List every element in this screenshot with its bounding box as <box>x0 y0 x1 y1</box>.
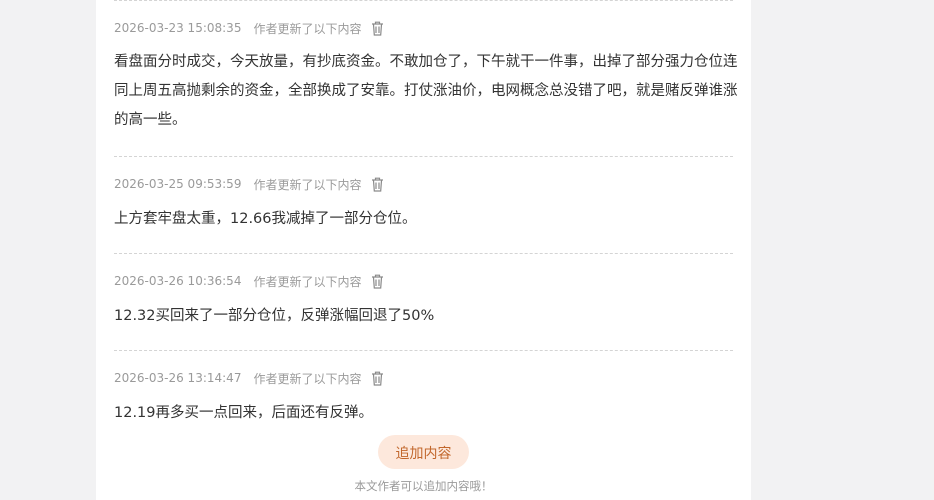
update-text: 12.19再多买一点回来，后面还有反弹。 <box>114 399 733 428</box>
update-item: 2026-03-25 09:53:59 作者更新了以下内容 上方套牢盘太重，12… <box>114 157 733 253</box>
add-content-area: 追加内容 <box>96 435 751 469</box>
update-text-line: 12.32买回来了一部分仓位，反弹涨幅回退了50% <box>114 308 435 324</box>
article-panel: 2026-03-23 15:08:35 作者更新了以下内容 看盘面分时成交，今天… <box>96 0 751 500</box>
update-text: 上方套牢盘太重，12.66我减掉了一部分仓位。 <box>114 205 733 234</box>
delete-icon[interactable] <box>371 371 384 386</box>
delete-icon[interactable] <box>371 177 384 192</box>
update-text-line: 的高一些。 <box>114 112 187 128</box>
update-note: 作者更新了以下内容 <box>253 371 362 386</box>
update-item: 2026-03-26 10:36:54 作者更新了以下内容 12.32买回来了一… <box>114 254 733 350</box>
update-timestamp: 2026-03-23 15:08:35 <box>114 21 242 35</box>
update-text-line: 12.19再多买一点回来，后面还有反弹。 <box>114 405 374 421</box>
update-text-line: 看盘面分时成交，今天放量，有抄底资金。不敢加仓了，下午就干一件事，出掉了部分强力… <box>114 54 738 70</box>
update-note: 作者更新了以下内容 <box>253 21 362 36</box>
update-timestamp: 2026-03-26 13:14:47 <box>114 371 242 385</box>
update-meta: 2026-03-26 13:14:47 作者更新了以下内容 <box>114 366 733 390</box>
delete-icon[interactable] <box>371 21 384 36</box>
update-text: 看盘面分时成交，今天放量，有抄底资金。不敢加仓了，下午就干一件事，出掉了部分强力… <box>114 48 738 135</box>
update-timestamp: 2026-03-25 09:53:59 <box>114 177 242 191</box>
update-note: 作者更新了以下内容 <box>253 274 362 289</box>
update-meta: 2026-03-25 09:53:59 作者更新了以下内容 <box>114 172 733 196</box>
update-list: 2026-03-23 15:08:35 作者更新了以下内容 看盘面分时成交，今天… <box>114 0 738 428</box>
add-content-button[interactable]: 追加内容 <box>378 435 469 469</box>
update-note: 作者更新了以下内容 <box>253 177 362 192</box>
update-meta: 2026-03-26 10:36:54 作者更新了以下内容 <box>114 269 733 293</box>
update-text-line: 上方套牢盘太重，12.66我减掉了一部分仓位。 <box>114 211 417 227</box>
update-item: 2026-03-26 13:14:47 作者更新了以下内容 12.19再多买一点… <box>114 351 733 428</box>
update-meta: 2026-03-23 15:08:35 作者更新了以下内容 <box>114 16 733 40</box>
footer-hint: 本文作者可以追加内容哦！ <box>354 479 493 493</box>
update-text-line: 同上周五高抛剩余的资金，全部换成了安靠。打仗涨油价，电网概念总没错了吧，就是赌反… <box>114 83 738 99</box>
update-timestamp: 2026-03-26 10:36:54 <box>114 274 242 288</box>
update-item: 2026-03-23 15:08:35 作者更新了以下内容 看盘面分时成交，今天… <box>114 1 738 156</box>
update-text: 12.32买回来了一部分仓位，反弹涨幅回退了50% <box>114 302 733 331</box>
delete-icon[interactable] <box>371 274 384 289</box>
